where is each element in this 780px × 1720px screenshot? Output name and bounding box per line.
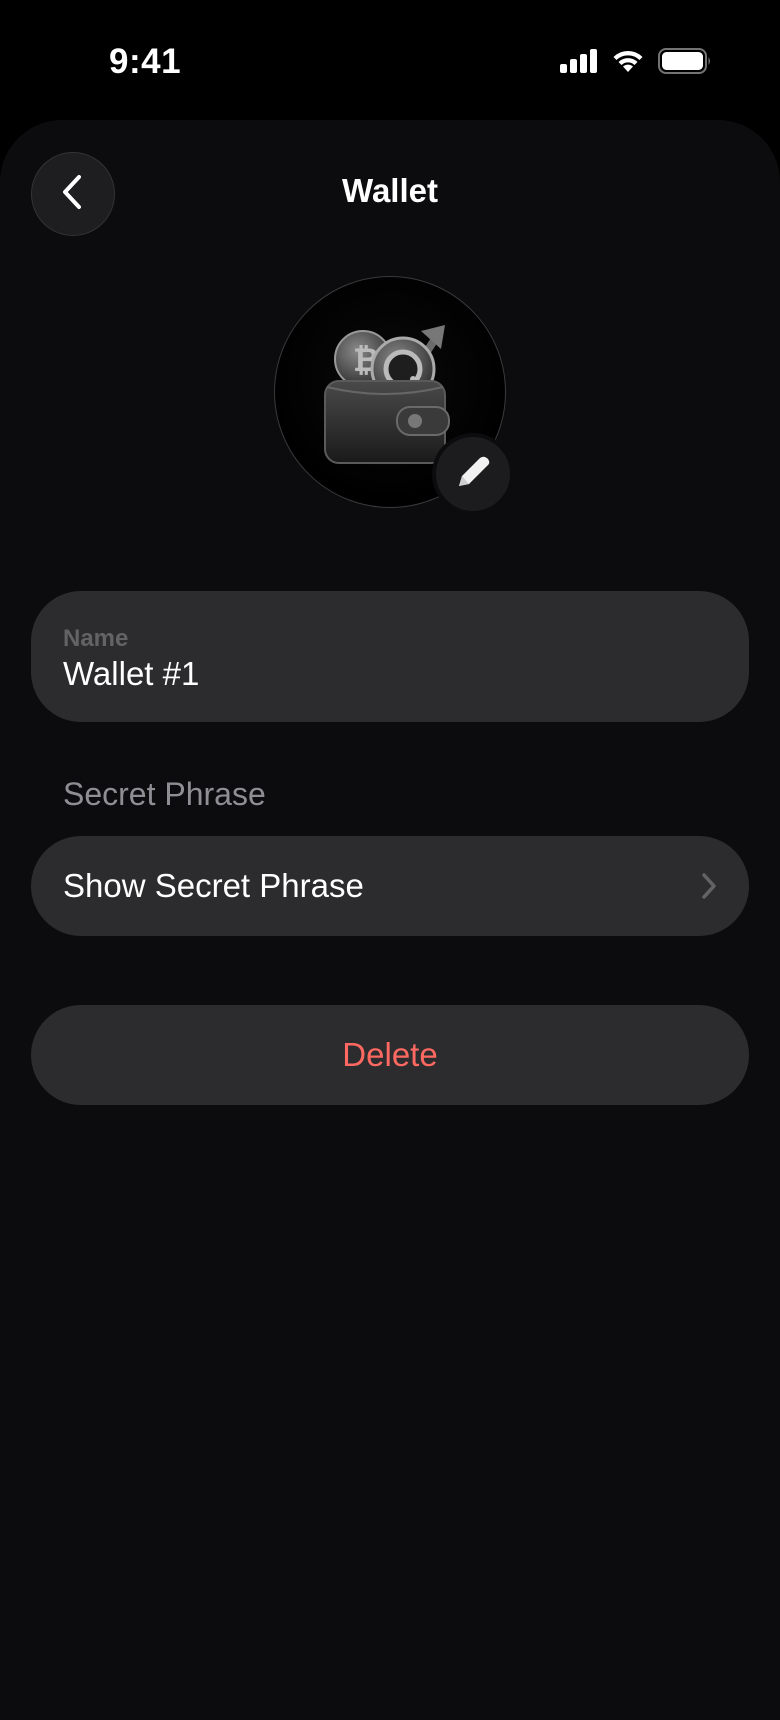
chevron-right-icon bbox=[701, 872, 717, 905]
name-field[interactable]: Name Wallet #1 bbox=[31, 591, 749, 722]
page-title: Wallet bbox=[342, 172, 438, 209]
pencil-icon bbox=[453, 452, 493, 497]
delete-label: Delete bbox=[342, 1036, 438, 1073]
wallet-sheet: Wallet ₿ Name Wallet #1 Secret Phrase Sh… bbox=[0, 120, 780, 1720]
status-icons bbox=[560, 48, 712, 79]
name-field-value[interactable]: Wallet #1 bbox=[63, 655, 199, 693]
wifi-icon bbox=[611, 48, 645, 79]
battery-icon bbox=[658, 48, 712, 79]
status-bar: 9:41 bbox=[0, 0, 780, 120]
edit-avatar-button[interactable] bbox=[432, 433, 514, 515]
secret-phrase-header: Secret Phrase bbox=[63, 776, 266, 812]
cellular-signal-icon bbox=[560, 49, 598, 78]
show-secret-phrase-label: Show Secret Phrase bbox=[63, 867, 364, 904]
name-field-label: Name bbox=[63, 625, 129, 652]
delete-button[interactable]: Delete bbox=[31, 1005, 749, 1105]
show-secret-phrase-row[interactable]: Show Secret Phrase bbox=[31, 836, 749, 936]
status-time: 9:41 bbox=[109, 42, 182, 81]
